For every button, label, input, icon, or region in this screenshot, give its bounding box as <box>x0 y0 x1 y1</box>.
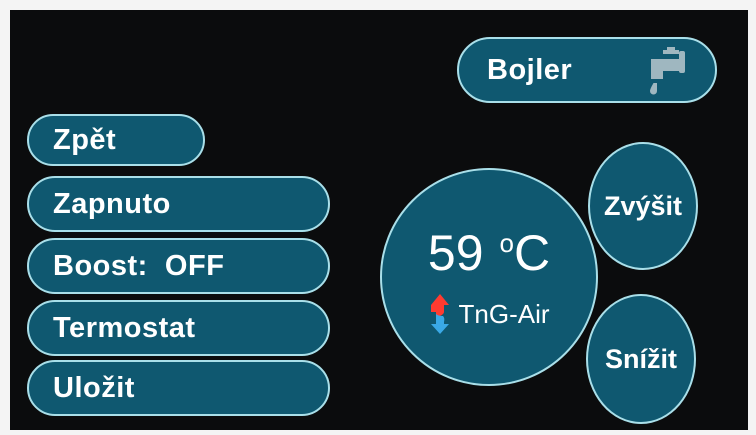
increase-button[interactable]: Zvýšit <box>588 142 698 270</box>
power-toggle-label: Zapnuto <box>53 187 171 220</box>
heat-pump-arrows-icon <box>430 294 449 334</box>
increase-button-label: Zvýšit <box>603 190 683 221</box>
temperature-readout: 59 o C <box>428 228 550 278</box>
power-toggle-button[interactable]: Zapnuto <box>27 176 330 232</box>
unit-letter: C <box>513 225 551 281</box>
temperature-value: 59 <box>427 225 484 281</box>
save-button-label: Uložit <box>53 371 135 404</box>
temperature-unit: o C <box>500 228 551 278</box>
device-screen: Bojler Zpět Zapnuto Boost: OFF Termostat… <box>10 10 748 430</box>
heat-source-row: TnG-Air <box>429 292 550 336</box>
temperature-display: 59 o C TnG-Air <box>380 168 598 386</box>
boiler-title-label: Bojler <box>487 53 573 86</box>
degree-symbol: o <box>499 228 514 258</box>
boost-toggle-label: Boost: OFF <box>53 249 225 282</box>
thermostat-button-label: Termostat <box>53 311 196 344</box>
back-button[interactable]: Zpět <box>27 114 205 166</box>
decrease-button[interactable]: Snížit <box>586 294 696 424</box>
back-button-label: Zpět <box>53 123 117 156</box>
save-button[interactable]: Uložit <box>27 360 330 416</box>
faucet-icon <box>650 47 685 95</box>
heat-source-label: TnG-Air <box>458 298 550 329</box>
decrease-button-label: Snížit <box>605 343 677 374</box>
boost-toggle-button[interactable]: Boost: OFF <box>27 238 330 294</box>
thermostat-button[interactable]: Termostat <box>27 300 330 356</box>
boiler-title-button[interactable]: Bojler <box>457 37 717 103</box>
